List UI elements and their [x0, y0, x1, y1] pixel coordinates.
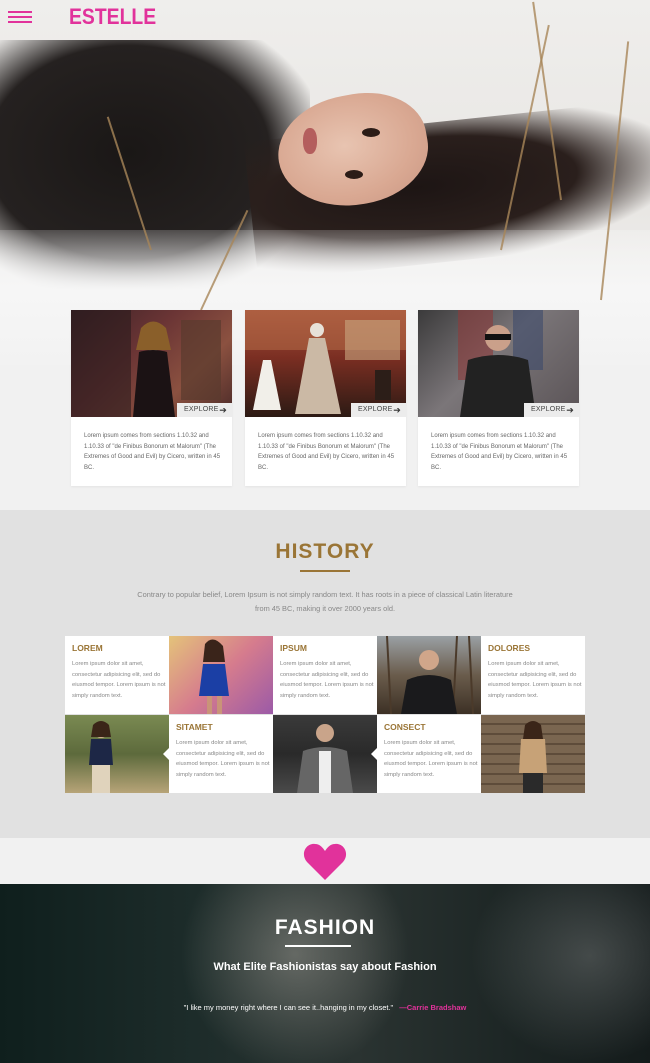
fashion-subtitle: What Elite Fashionistas say about Fashio…: [213, 961, 437, 973]
feature-card: EXPLORE ➔ Lorem ipsum comes from section…: [418, 310, 579, 486]
card-photo[interactable]: EXPLORE ➔: [71, 310, 232, 417]
history-item-ipsum: IPSUM Lorem ipsum dolor sit amet, consec…: [273, 636, 383, 714]
heart-divider: [0, 838, 650, 884]
history-item-title: CONSECT: [384, 722, 426, 732]
history-item-lorem: LOREM Lorem ipsum dolor sit amet, consec…: [65, 636, 175, 714]
arrow-right-icon: ➔: [393, 405, 401, 415]
history-description: Contrary to popular belief, Lorem Ipsum …: [137, 590, 513, 613]
history-item-title: SITAMET: [176, 722, 213, 732]
hero-photo-eye: [345, 170, 363, 179]
explore-button[interactable]: EXPLORE ➔: [351, 403, 406, 417]
history-item-body: Lorem ipsum dolor sit amet, consectetur …: [384, 740, 478, 778]
history-item-body: Lorem ipsum dolor sit amet, consectetur …: [72, 661, 166, 699]
history-photo-art: [297, 724, 353, 793]
history-item-body: Lorem ipsum dolor sit amet, consectetur …: [176, 740, 270, 778]
history-item-title: DOLORES: [488, 643, 531, 653]
history-grid: LOREM Lorem ipsum dolor sit amet, consec…: [65, 636, 586, 793]
history-item-title: IPSUM: [280, 643, 307, 653]
history-item-body: Lorem ipsum dolor sit amet, consectetur …: [488, 661, 582, 699]
card-photo-art: [245, 310, 406, 414]
testimonial: "I like my money right where I can see i…: [0, 1003, 650, 1012]
notch-arrow: [371, 748, 377, 760]
card-text: Lorem ipsum comes from sections 1.10.32 …: [258, 433, 395, 471]
arrow-right-icon: ➔: [219, 405, 227, 415]
notch-arrow: [163, 748, 169, 760]
history-item-sitamet: SITAMET Lorem ipsum dolor sit amet, cons…: [163, 715, 273, 793]
history-section: HISTORY Contrary to popular belief, Lore…: [0, 510, 650, 838]
explore-label: EXPLORE: [184, 406, 219, 413]
explore-button[interactable]: EXPLORE ➔: [524, 403, 579, 417]
history-photo[interactable]: [377, 636, 481, 714]
history-divider: [300, 570, 350, 572]
history-photo[interactable]: [169, 636, 273, 714]
fashion-title: FASHION: [274, 916, 376, 939]
card-text: Lorem ipsum comes from sections 1.10.32 …: [431, 433, 568, 471]
history-item-title: LOREM: [72, 643, 103, 653]
history-photo-art: [386, 636, 474, 714]
history-photo[interactable]: [273, 715, 377, 793]
card-text: Lorem ipsum comes from sections 1.10.32 …: [84, 433, 221, 471]
history-photo-art: [199, 639, 229, 714]
card-photo[interactable]: EXPLORE ➔: [418, 310, 579, 417]
fashion-testimonial-section: FASHION What Elite Fashionistas say abou…: [0, 884, 650, 1063]
site-logo[interactable]: ESTELLE: [69, 4, 156, 30]
feature-card: EXPLORE ➔ Lorem ipsum comes from section…: [71, 310, 232, 486]
testimonial-author: —Carrie Bradshaw: [399, 1003, 467, 1012]
hamburger-menu-icon[interactable]: [8, 11, 32, 24]
card-photo-art: [458, 310, 543, 417]
feature-cards: EXPLORE ➔ Lorem ipsum comes from section…: [71, 310, 579, 486]
explore-label: EXPLORE: [531, 406, 566, 413]
testimonial-quote: "I like my money right where I can see i…: [183, 1003, 394, 1012]
history-title: HISTORY: [275, 540, 375, 563]
background-photo-highlight: [180, 884, 410, 1063]
history-item-dolores: DOLORES Lorem ipsum dolor sit amet, cons…: [481, 636, 585, 714]
history-photo-art: [89, 721, 113, 793]
card-photo[interactable]: EXPLORE ➔: [245, 310, 406, 417]
card-photo-art: [71, 310, 221, 417]
history-item-body: Lorem ipsum dolor sit amet, consectetur …: [280, 661, 374, 699]
heart-icon: [303, 843, 347, 880]
explore-button[interactable]: EXPLORE ➔: [177, 403, 232, 417]
background-photo-highlight: [470, 884, 650, 1063]
fashion-divider: [285, 945, 351, 947]
explore-label: EXPLORE: [358, 406, 393, 413]
hero-photo-lips: [303, 128, 317, 154]
hero-photo-eye: [362, 128, 380, 137]
history-photo-art: [519, 721, 547, 793]
feature-card: EXPLORE ➔ Lorem ipsum comes from section…: [245, 310, 406, 486]
arrow-right-icon: ➔: [566, 405, 574, 415]
history-item-consect: CONSECT Lorem ipsum dolor sit amet, cons…: [371, 715, 481, 793]
history-photo[interactable]: [65, 715, 169, 793]
history-photo[interactable]: [481, 715, 585, 793]
